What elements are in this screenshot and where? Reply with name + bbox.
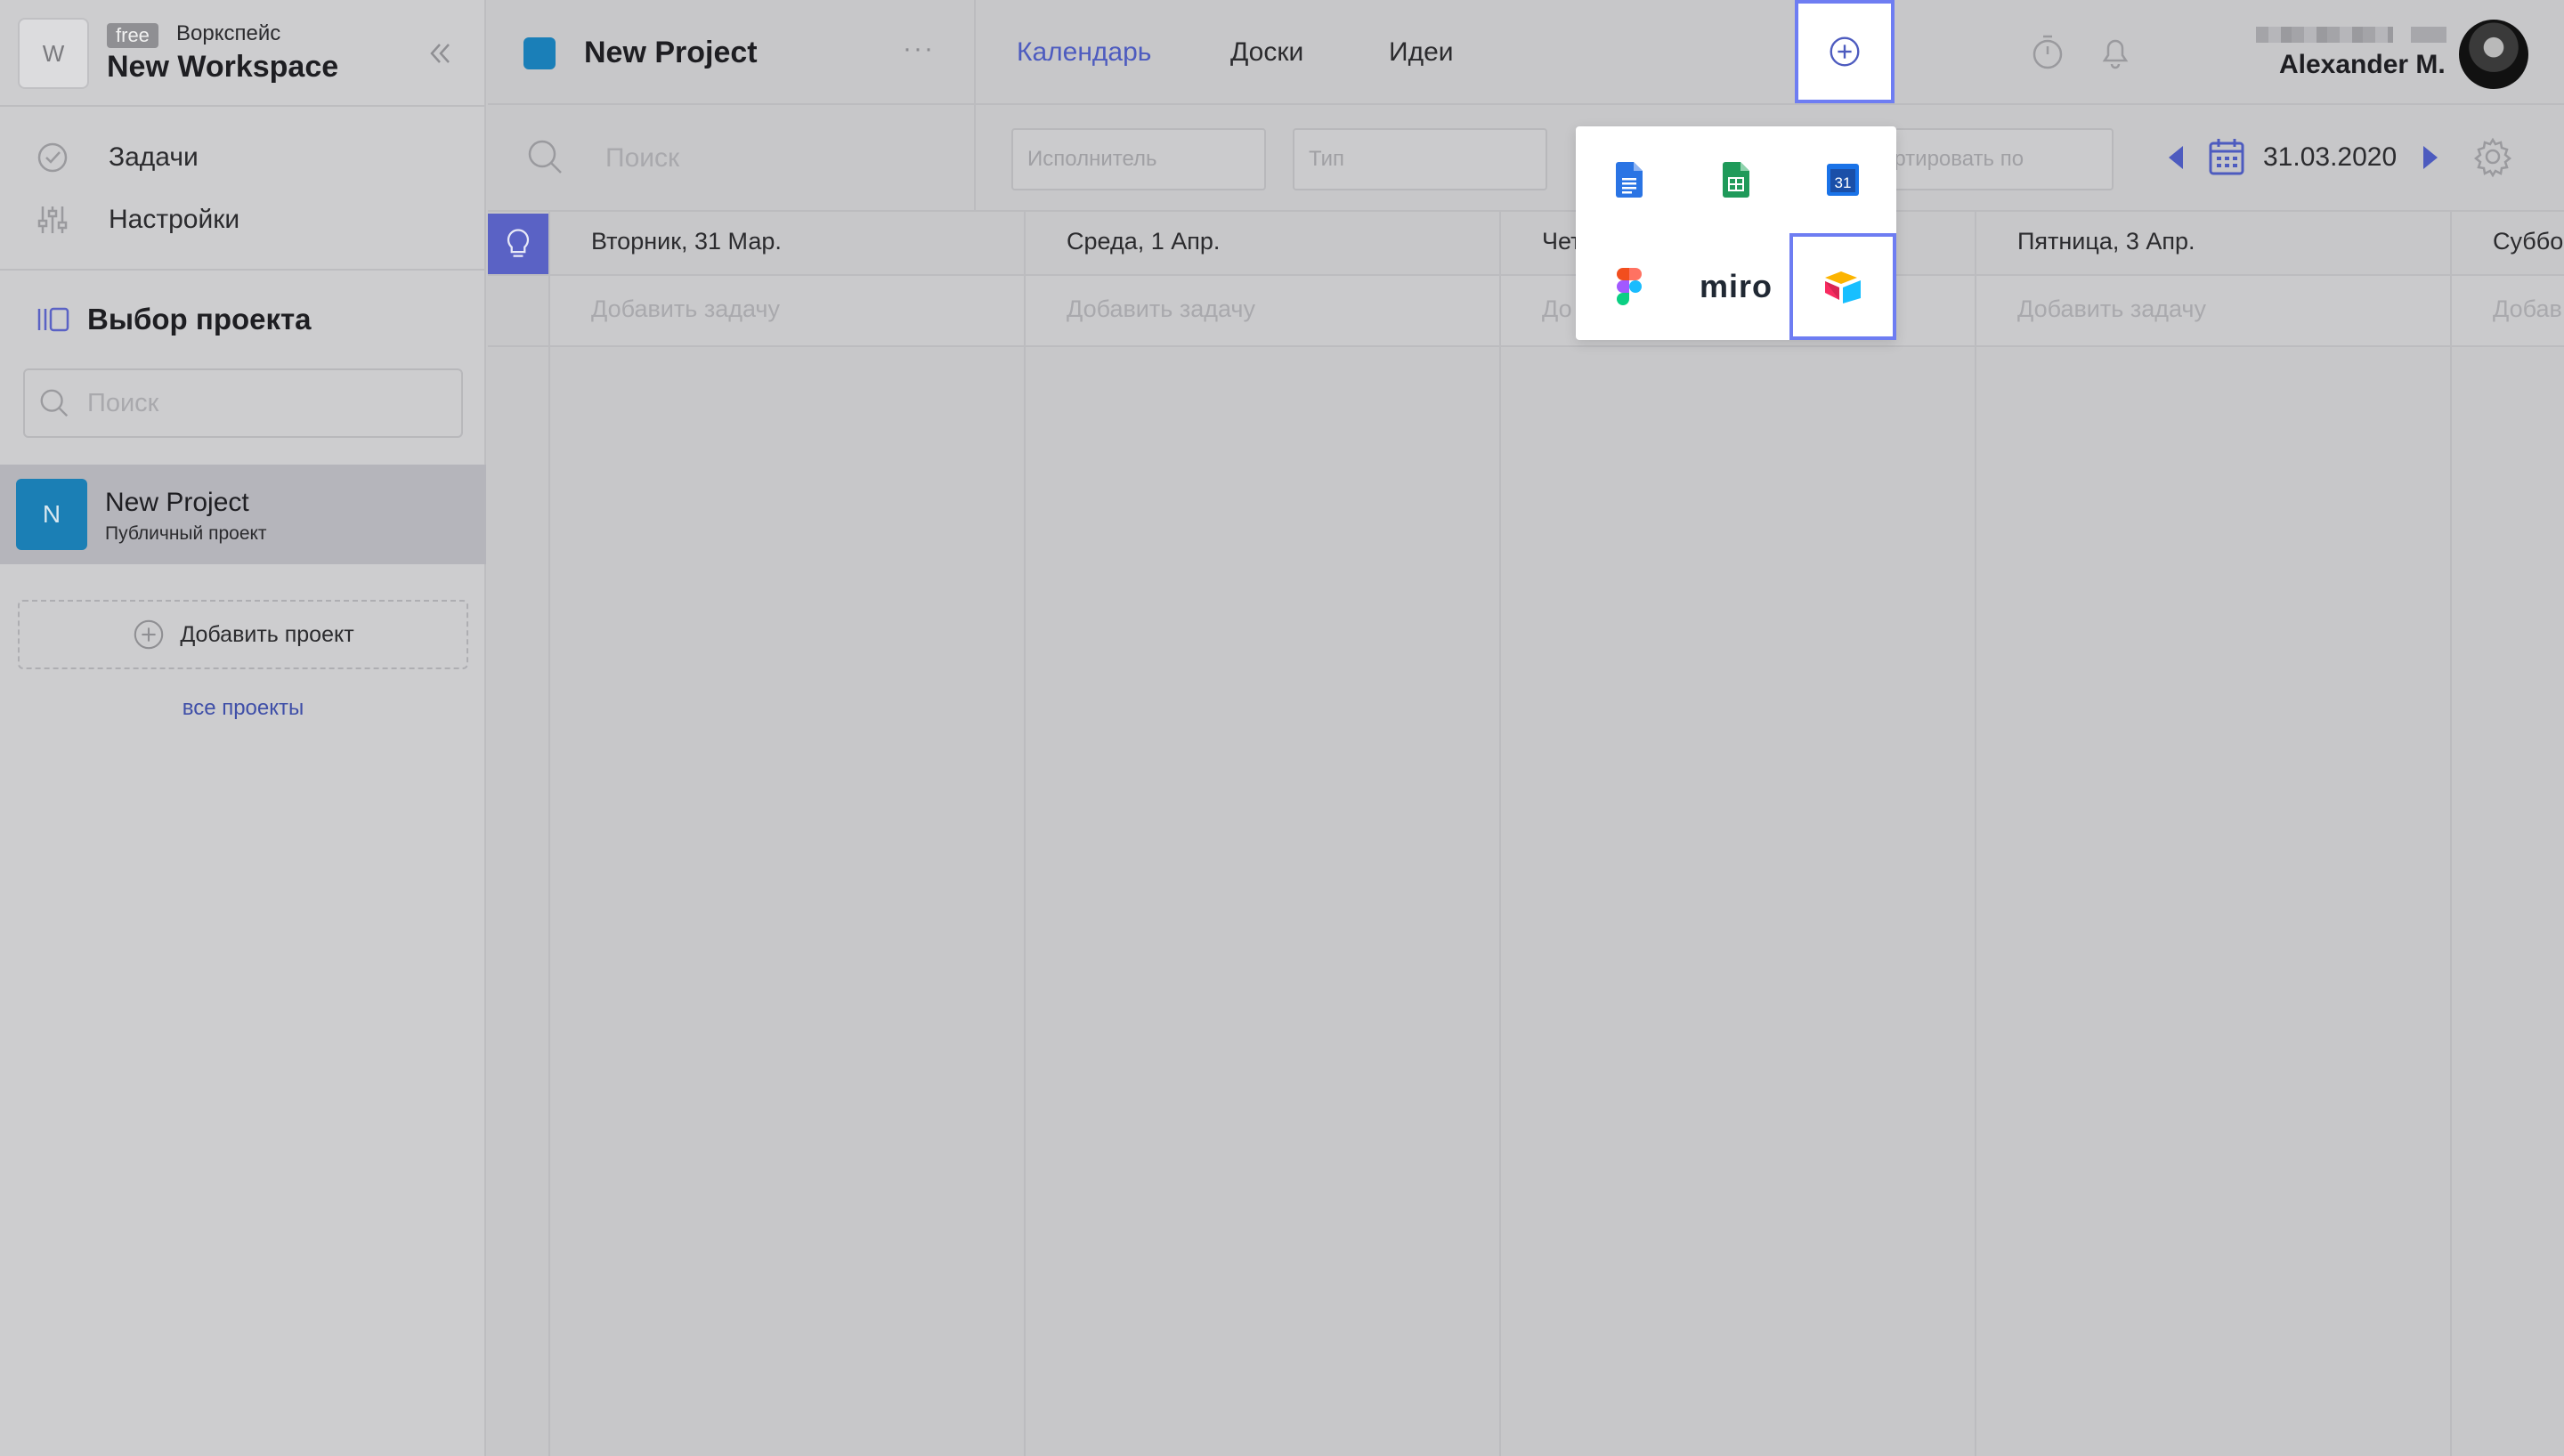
user-email-redacted: [2256, 27, 2393, 43]
collapse-sidebar-icon[interactable]: [422, 36, 458, 71]
sidebar: W free Воркспейс New Workspace Задачи На…: [0, 0, 486, 1456]
all-projects-link[interactable]: все проекты: [0, 696, 486, 721]
timer-icon[interactable]: [2028, 32, 2067, 71]
sliders-icon: [37, 206, 68, 233]
bell-icon[interactable]: [2096, 32, 2135, 71]
nav-item-settings[interactable]: Настройки: [36, 198, 239, 242]
search-icon: [525, 137, 564, 176]
plus-circle-icon: [134, 619, 164, 650]
google-sheets-icon: [1723, 162, 1749, 198]
nav-item-label: Задачи: [109, 142, 199, 172]
sidebar-divider: [0, 105, 486, 107]
project-name: New Project: [105, 488, 249, 517]
grid-row-line: [488, 345, 2564, 347]
google-docs-item[interactable]: [1576, 126, 1683, 233]
calendar-grid: [488, 212, 2564, 1456]
search-icon: [40, 389, 69, 417]
type-filter-placeholder: Тип: [1309, 147, 1345, 171]
date-prev-arrow-icon[interactable]: [2169, 146, 2183, 169]
add-task-link[interactable]: Добавить задачу: [1067, 295, 1485, 323]
lightbulb-icon: [507, 229, 530, 257]
project-picker-title: Выбор проекта: [36, 303, 312, 336]
calendar-icon[interactable]: [2208, 137, 2245, 176]
add-task-link[interactable]: Добав: [2493, 295, 2564, 323]
add-task-link[interactable]: Добавить задачу: [2017, 295, 2436, 323]
tab-ideas[interactable]: Идеи: [1389, 37, 1454, 68]
assignee-filter[interactable]: Исполнитель: [1011, 128, 1266, 190]
add-task-link[interactable]: До: [1542, 295, 1576, 323]
grid-row-line: [488, 274, 2564, 276]
ideas-toggle-button[interactable]: [488, 214, 548, 274]
workspace-avatar[interactable]: W: [18, 18, 89, 89]
project-avatar: N: [16, 479, 87, 550]
day-header: Пятница, 3 Апр.: [2017, 228, 2195, 255]
svg-text:31: 31: [1835, 174, 1852, 191]
miro-item[interactable]: miro: [1683, 233, 1789, 340]
day-header: Среда, 1 Апр.: [1067, 228, 1221, 255]
nav-item-label: Настройки: [109, 205, 240, 234]
assignee-filter-placeholder: Исполнитель: [1027, 147, 1157, 171]
project-visibility: Публичный проект: [105, 523, 267, 544]
miro-icon: miro: [1699, 268, 1773, 304]
project-search-input[interactable]: [85, 387, 427, 419]
check-circle-icon: [37, 142, 68, 173]
current-date[interactable]: 31.03.2020: [2263, 142, 2397, 173]
integrations-popup: 31 miro: [1576, 126, 1896, 340]
add-project-button[interactable]: Добавить проект: [18, 600, 468, 669]
section-title-text: Выбор проекта: [87, 303, 312, 336]
user-name[interactable]: Alexander M.: [2279, 50, 2446, 80]
plus-circle-icon: [1830, 36, 1860, 67]
add-task-link[interactable]: Добавить задачу: [591, 295, 1010, 323]
figma-icon: [1617, 268, 1642, 305]
top-bar: [488, 0, 2564, 105]
workspace-name[interactable]: New Workspace: [107, 50, 338, 85]
tab-calendar[interactable]: Календарь: [1017, 37, 1151, 68]
google-calendar-item[interactable]: 31: [1789, 126, 1896, 233]
grid-col-line: [548, 212, 550, 1456]
topbar-divider: [974, 0, 976, 105]
projects-panel-icon: [37, 307, 69, 332]
google-sheets-item[interactable]: [1683, 126, 1789, 233]
google-calendar-icon: 31: [1827, 164, 1859, 196]
day-header: Суббо: [2493, 228, 2564, 255]
airtable-item[interactable]: [1789, 233, 1896, 340]
workspace-kind-label: Воркспейс: [176, 21, 281, 45]
add-project-label: Добавить проект: [180, 621, 354, 647]
project-title[interactable]: New Project: [584, 36, 758, 70]
user-email-redacted: [2411, 27, 2446, 43]
project-menu-button[interactable]: ···: [903, 34, 935, 64]
grid-col-line: [1024, 212, 1026, 1456]
plan-badge: free: [107, 23, 158, 48]
nav-item-tasks[interactable]: Задачи: [36, 135, 199, 180]
type-filter[interactable]: Тип: [1293, 128, 1547, 190]
project-color-swatch: [523, 37, 556, 69]
grid-col-line: [1975, 212, 1976, 1456]
grid-col-line: [1499, 212, 1501, 1456]
sort-filter-placeholder: ортировать по: [1882, 147, 2024, 171]
airtable-icon: [1825, 271, 1861, 303]
google-docs-icon: [1616, 162, 1643, 198]
figma-item[interactable]: [1576, 233, 1683, 340]
add-integration-button[interactable]: [1795, 0, 1895, 103]
user-avatar[interactable]: [2459, 20, 2528, 89]
tab-boards[interactable]: Доски: [1230, 37, 1303, 68]
project-list-item[interactable]: N New Project Публичный проект: [0, 465, 486, 564]
date-next-arrow-icon[interactable]: [2423, 146, 2438, 169]
sidebar-divider: [0, 269, 486, 271]
gear-icon[interactable]: [2471, 135, 2514, 178]
day-header: Вторник, 31 Мар.: [591, 228, 782, 255]
grid-col-line: [2450, 212, 2452, 1456]
task-search-input[interactable]: [604, 142, 945, 174]
project-search-field[interactable]: [23, 368, 463, 438]
sort-filter[interactable]: ортировать по: [1862, 128, 2114, 190]
filterbar-divider: [974, 105, 976, 212]
